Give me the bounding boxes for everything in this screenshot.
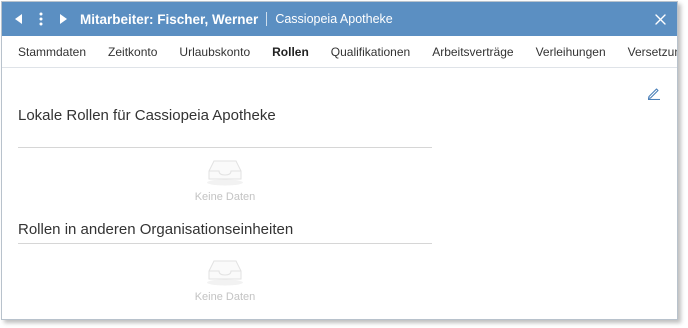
tab-arbeitsvertraege[interactable]: Arbeitsverträge [432, 45, 513, 59]
title-separator [266, 12, 268, 26]
section-divider [18, 243, 432, 244]
inbox-tray-icon [207, 260, 243, 286]
window-subtitle: Cassiopeia Apotheke [275, 12, 393, 26]
close-button[interactable] [649, 2, 671, 36]
section-title-local-roles: Lokale Rollen für Cassiopeia Apotheke [18, 107, 276, 124]
triangle-right-icon [60, 14, 67, 24]
tab-stammdaten[interactable]: Stammdaten [18, 45, 86, 59]
tab-bar: Stammdaten Zeitkonto Urlaubskonto Rollen… [2, 36, 677, 68]
tab-rollen[interactable]: Rollen [272, 45, 309, 59]
triangle-left-icon [15, 14, 22, 24]
next-button[interactable] [52, 2, 74, 36]
title-bar: Mitarbeiter: Fischer, Werner Cassiopeia … [2, 2, 677, 36]
previous-button[interactable] [8, 2, 30, 36]
window-title: Mitarbeiter: Fischer, Werner [80, 11, 259, 27]
section-title-other-roles: Rollen in anderen Organisationseinheiten [18, 221, 294, 238]
empty-state-text: Keine Daten [194, 291, 256, 303]
tab-versetzungen[interactable]: Versetzungen [628, 45, 677, 59]
empty-state-other-roles: Keine Daten [18, 258, 432, 303]
pencil-icon [647, 88, 660, 101]
edit-button[interactable] [647, 86, 661, 101]
tab-qualifikationen[interactable]: Qualifikationen [331, 45, 410, 59]
tab-zeitkonto[interactable]: Zeitkonto [108, 45, 157, 59]
menu-button[interactable] [30, 2, 52, 36]
employee-dialog: Mitarbeiter: Fischer, Werner Cassiopeia … [1, 1, 678, 320]
vertical-dots-icon [39, 12, 43, 26]
tab-verleihungen[interactable]: Verleihungen [536, 45, 606, 59]
tab-urlaubskonto[interactable]: Urlaubskonto [179, 45, 250, 59]
close-icon [654, 13, 666, 25]
inbox-tray-icon [207, 160, 243, 186]
empty-state-local-roles: Keine Daten [18, 158, 432, 203]
section-divider [18, 147, 432, 148]
empty-state-text: Keine Daten [194, 191, 256, 203]
